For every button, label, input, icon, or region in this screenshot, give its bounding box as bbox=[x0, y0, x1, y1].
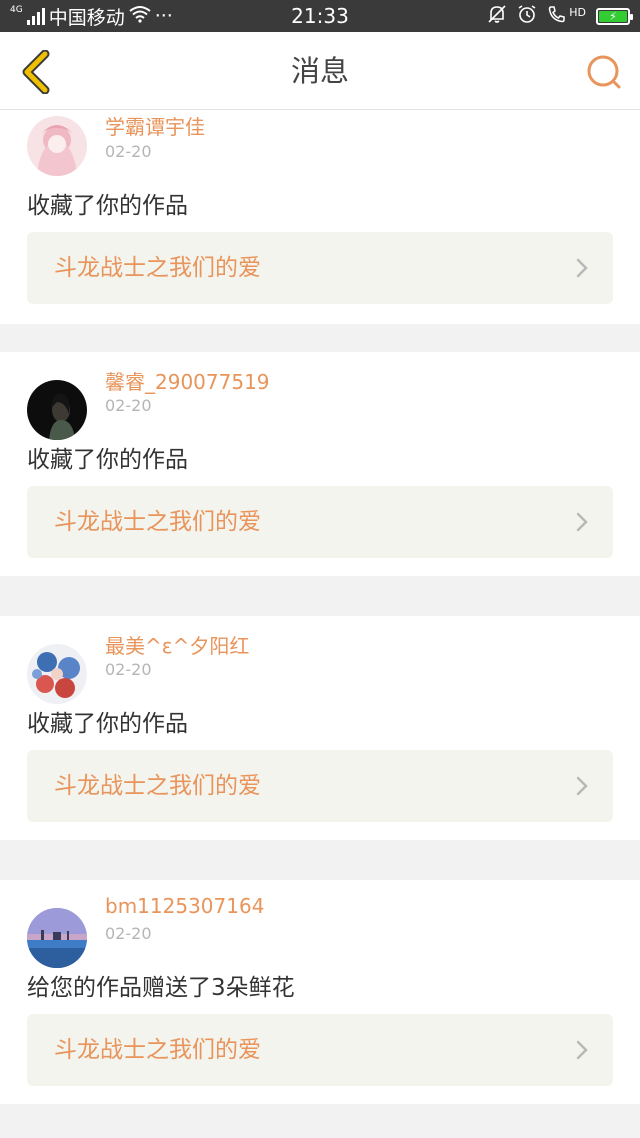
work-link[interactable]: 斗龙战士之我们的爱 bbox=[27, 232, 613, 304]
list-item: 学霸谭宇佳 02-20 收藏了你的作品 斗龙战士之我们的爱 bbox=[0, 110, 640, 324]
work-title: 斗龙战士之我们的爱 bbox=[54, 509, 261, 535]
message-text: 收藏了你的作品 bbox=[27, 711, 188, 737]
chevron-right-icon bbox=[576, 1040, 588, 1060]
username[interactable]: 学霸谭宇佳 bbox=[105, 111, 205, 140]
wifi-icon bbox=[129, 5, 151, 28]
status-bar: 4G 中国移动 ··· 21:33 HD ⚡ bbox=[0, 0, 640, 32]
work-title: 斗龙战士之我们的爱 bbox=[54, 255, 261, 281]
list-item: bm1125307164 02-20 给您的作品赠送了3朵鲜花 斗龙战士之我们的… bbox=[0, 880, 640, 1104]
alarm-icon bbox=[517, 4, 537, 29]
message-text: 给您的作品赠送了3朵鲜花 bbox=[27, 975, 295, 1001]
battery-icon: ⚡ bbox=[596, 7, 633, 25]
page-title: 消息 bbox=[290, 54, 349, 88]
message-date: 02-20 bbox=[105, 396, 152, 415]
avatar[interactable] bbox=[27, 908, 87, 968]
message-text: 收藏了你的作品 bbox=[27, 193, 188, 219]
username[interactable]: 馨睿_290077519 bbox=[105, 366, 270, 395]
work-title: 斗龙战士之我们的爱 bbox=[54, 1037, 261, 1063]
work-title: 斗龙战士之我们的爱 bbox=[54, 773, 261, 799]
search-icon bbox=[587, 55, 621, 89]
message-date: 02-20 bbox=[105, 142, 152, 161]
search-button[interactable] bbox=[582, 50, 626, 94]
avatar[interactable] bbox=[27, 116, 87, 176]
list-item: 最美^ε^夕阳红 02-20 收藏了你的作品 斗龙战士之我们的爱 bbox=[0, 616, 640, 840]
username[interactable]: 最美^ε^夕阳红 bbox=[105, 630, 249, 659]
mute-bell-icon bbox=[487, 4, 507, 29]
carrier-name: 中国移动 bbox=[48, 6, 125, 29]
more-dots: ··· bbox=[154, 5, 173, 27]
message-list[interactable]: 学霸谭宇佳 02-20 收藏了你的作品 斗龙战士之我们的爱 馨睿_2900775… bbox=[0, 110, 640, 1138]
chevron-left-icon bbox=[22, 50, 50, 94]
work-link[interactable]: 斗龙战士之我们的爱 bbox=[27, 750, 613, 822]
work-link[interactable]: 斗龙战士之我们的爱 bbox=[27, 1014, 613, 1086]
chevron-right-icon bbox=[576, 512, 588, 532]
avatar[interactable] bbox=[27, 380, 87, 440]
username[interactable]: bm1125307164 bbox=[105, 894, 264, 918]
hd-label: HD bbox=[569, 5, 586, 19]
network-type: 4G bbox=[10, 4, 23, 15]
signal-icon bbox=[26, 7, 45, 25]
hd-call-icon bbox=[547, 4, 567, 29]
work-link[interactable]: 斗龙战士之我们的爱 bbox=[27, 486, 613, 558]
message-date: 02-20 bbox=[105, 660, 152, 679]
chevron-right-icon bbox=[576, 776, 588, 796]
avatar[interactable] bbox=[27, 644, 87, 704]
chevron-right-icon bbox=[576, 258, 588, 278]
back-button[interactable] bbox=[14, 50, 58, 94]
message-date: 02-20 bbox=[105, 924, 152, 943]
list-item: 馨睿_290077519 02-20 收藏了你的作品 斗龙战士之我们的爱 bbox=[0, 352, 640, 576]
top-nav-bar: 消息 bbox=[0, 32, 640, 110]
message-text: 收藏了你的作品 bbox=[27, 447, 188, 473]
